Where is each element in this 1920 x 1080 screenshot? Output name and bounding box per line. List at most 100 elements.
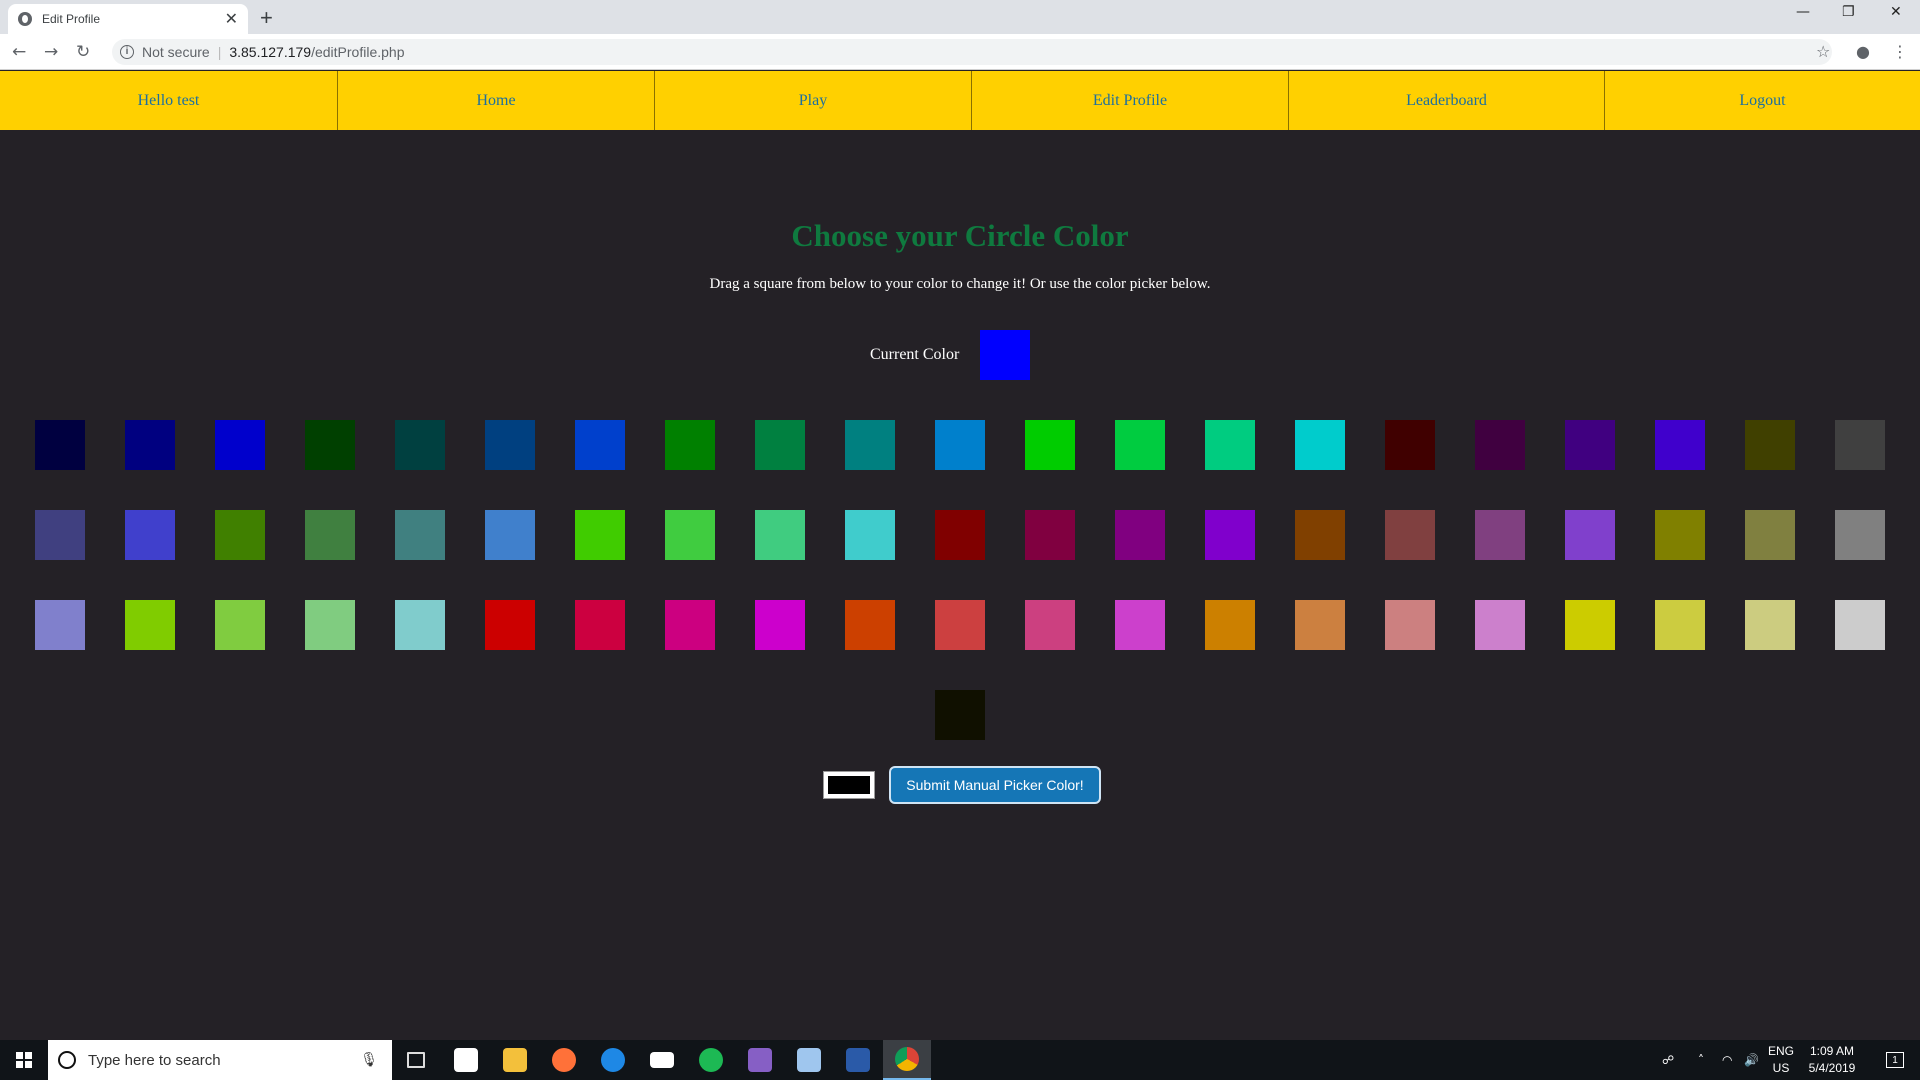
color-swatch[interactable] [1565, 600, 1615, 650]
submit-picker-color-button[interactable]: Submit Manual Picker Color! [889, 766, 1101, 804]
chevron-up-icon[interactable]: ˄ [1698, 1040, 1704, 1080]
color-swatch[interactable] [665, 600, 715, 650]
color-swatch[interactable] [35, 510, 85, 560]
color-swatch[interactable] [935, 420, 985, 470]
color-swatch[interactable] [215, 510, 265, 560]
nav-logout[interactable]: Logout [1604, 71, 1920, 130]
color-swatch[interactable] [1655, 510, 1705, 560]
mail-icon[interactable] [638, 1040, 686, 1080]
people-icon[interactable]: ☍ [1662, 1040, 1674, 1080]
color-swatch[interactable] [35, 600, 85, 650]
color-swatch[interactable] [125, 600, 175, 650]
color-swatch[interactable] [845, 420, 895, 470]
color-picker-input[interactable] [823, 771, 875, 799]
color-swatch[interactable] [1745, 600, 1795, 650]
color-swatch[interactable] [1565, 420, 1615, 470]
color-swatch[interactable] [935, 690, 985, 740]
color-swatch[interactable] [305, 510, 355, 560]
color-swatch[interactable] [305, 600, 355, 650]
bookmark-star-icon[interactable]: ☆ [1816, 42, 1830, 61]
color-swatch[interactable] [1475, 510, 1525, 560]
input-language[interactable]: ENG US [1768, 1043, 1794, 1077]
nav-hello-user[interactable]: Hello test [0, 71, 337, 130]
color-swatch[interactable] [1115, 510, 1165, 560]
store-icon[interactable] [442, 1040, 490, 1080]
color-swatch[interactable] [665, 420, 715, 470]
color-swatch[interactable] [1475, 600, 1525, 650]
color-swatch[interactable] [125, 510, 175, 560]
visual-studio-icon[interactable] [736, 1040, 784, 1080]
forward-icon[interactable]: → [44, 42, 58, 62]
color-swatch[interactable] [485, 420, 535, 470]
menu-icon[interactable]: ⋮ [1892, 42, 1908, 61]
spotify-icon[interactable] [687, 1040, 735, 1080]
close-window-icon[interactable]: ✕ [1890, 4, 1902, 20]
color-swatch[interactable] [1385, 600, 1435, 650]
color-swatch[interactable] [1745, 510, 1795, 560]
wifi-icon[interactable]: ◠ [1722, 1040, 1732, 1080]
color-swatch[interactable] [845, 510, 895, 560]
color-swatch[interactable] [755, 600, 805, 650]
reload-icon[interactable]: ↻ [76, 42, 90, 62]
system-clock[interactable]: 1:09 AM 5/4/2019 [1800, 1043, 1864, 1077]
color-swatch[interactable] [1025, 510, 1075, 560]
firefox-icon[interactable] [540, 1040, 588, 1080]
file-explorer-icon[interactable] [491, 1040, 539, 1080]
color-swatch[interactable] [1295, 600, 1345, 650]
color-swatch[interactable] [1655, 420, 1705, 470]
color-swatch[interactable] [1745, 420, 1795, 470]
color-swatch[interactable] [215, 600, 265, 650]
edge-icon[interactable] [589, 1040, 637, 1080]
color-swatch[interactable] [35, 420, 85, 470]
color-swatch[interactable] [485, 510, 535, 560]
back-icon[interactable]: ← [12, 42, 26, 62]
nav-leaderboard[interactable]: Leaderboard [1288, 71, 1604, 130]
color-swatch[interactable] [395, 510, 445, 560]
color-swatch[interactable] [1835, 600, 1885, 650]
info-icon[interactable]: i [120, 45, 134, 59]
color-swatch[interactable] [1385, 420, 1435, 470]
nav-play[interactable]: Play [654, 71, 971, 130]
color-swatch[interactable] [1565, 510, 1615, 560]
task-view-icon[interactable] [392, 1040, 440, 1080]
color-swatch[interactable] [1655, 600, 1705, 650]
color-swatch[interactable] [665, 510, 715, 560]
color-swatch[interactable] [1205, 510, 1255, 560]
nav-edit-profile[interactable]: Edit Profile [971, 71, 1288, 130]
notifications-icon[interactable]: 1 [1880, 1040, 1910, 1080]
color-swatch[interactable] [485, 600, 535, 650]
start-button[interactable] [0, 1040, 48, 1080]
color-swatch[interactable] [755, 420, 805, 470]
color-swatch[interactable] [395, 420, 445, 470]
color-swatch[interactable] [305, 420, 355, 470]
new-tab-button[interactable]: + [260, 5, 273, 31]
browser-tab[interactable]: Edit Profile ✕ [8, 4, 248, 34]
close-tab-icon[interactable]: ✕ [225, 9, 238, 29]
color-swatch[interactable] [125, 420, 175, 470]
profile-icon[interactable]: ● [1856, 42, 1870, 61]
color-swatch[interactable] [1295, 510, 1345, 560]
taskbar-search[interactable]: Type here to search 🎙 [48, 1040, 392, 1080]
minimize-icon[interactable]: — [1796, 4, 1810, 20]
color-swatch[interactable] [1025, 420, 1075, 470]
color-swatch[interactable] [1475, 420, 1525, 470]
color-swatch[interactable] [575, 600, 625, 650]
color-swatch[interactable] [755, 510, 805, 560]
nav-home[interactable]: Home [337, 71, 654, 130]
color-swatch[interactable] [1295, 420, 1345, 470]
restore-icon[interactable]: ❐ [1842, 4, 1855, 20]
color-swatch[interactable] [935, 510, 985, 560]
color-swatch[interactable] [1115, 420, 1165, 470]
color-swatch[interactable] [845, 600, 895, 650]
color-swatch[interactable] [395, 600, 445, 650]
3d-box-icon[interactable] [785, 1040, 833, 1080]
powershell-icon[interactable] [834, 1040, 882, 1080]
color-swatch[interactable] [1115, 600, 1165, 650]
color-swatch[interactable] [1835, 420, 1885, 470]
color-swatch[interactable] [1835, 510, 1885, 560]
color-swatch[interactable] [575, 420, 625, 470]
color-swatch[interactable] [935, 600, 985, 650]
current-color-dropzone[interactable] [980, 330, 1030, 380]
color-swatch[interactable] [1025, 600, 1075, 650]
color-swatch[interactable] [215, 420, 265, 470]
